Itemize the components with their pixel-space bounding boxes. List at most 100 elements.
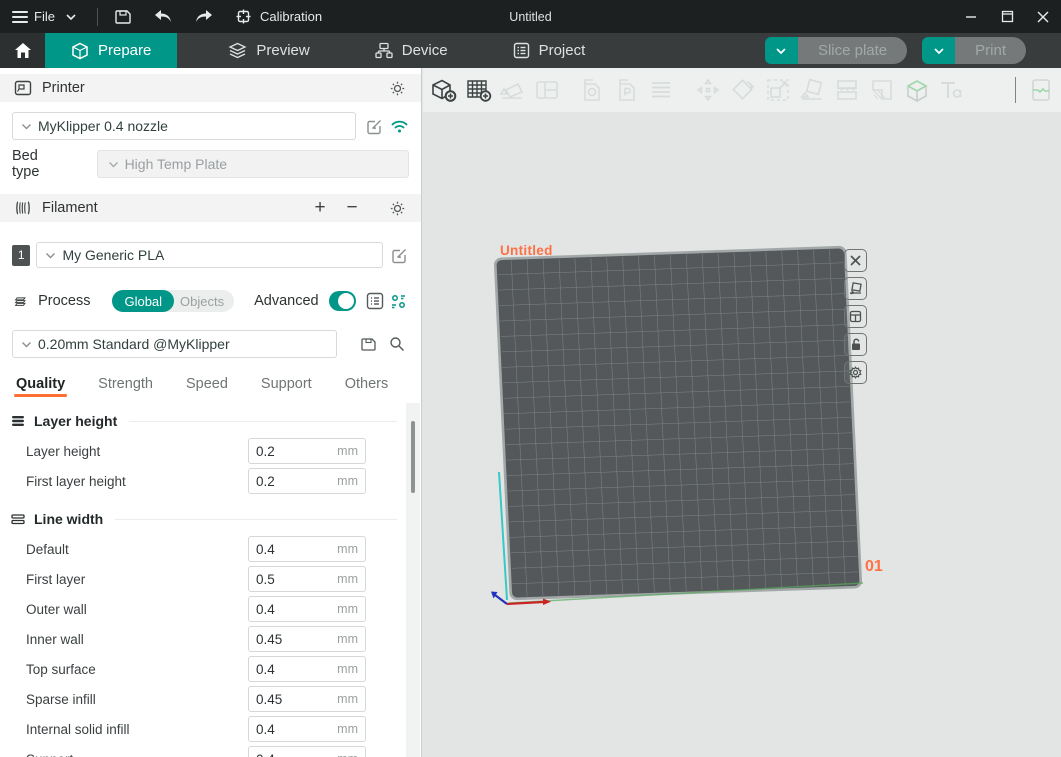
redo-icon[interactable]	[194, 7, 214, 27]
process-scope-toggle: Global Objects	[112, 290, 234, 312]
param-unit: mm	[337, 692, 358, 706]
undo-icon[interactable]	[154, 7, 174, 27]
print-button[interactable]: Print	[955, 37, 1026, 64]
tab-others[interactable]: Others	[345, 369, 389, 398]
param-input[interactable]: 0.45mm	[248, 686, 366, 712]
build-plate[interactable]	[423, 112, 1061, 757]
printer-connection-wifi-icon[interactable]	[390, 116, 409, 136]
plate-number-label: 01	[865, 558, 883, 576]
chevron-down-icon	[933, 47, 945, 55]
param-input[interactable]: 0.4mm	[248, 716, 366, 742]
param-unit: mm	[337, 444, 358, 458]
slice-dropdown-button[interactable]	[765, 37, 798, 64]
text-tool-button[interactable]	[937, 73, 967, 107]
file-menu[interactable]: File	[12, 7, 81, 27]
filament-preset-select[interactable]: My Generic PLA	[36, 242, 382, 268]
assembly-list-button[interactable]	[647, 73, 677, 107]
param-value: 0.4	[256, 662, 337, 677]
scope-objects-button[interactable]: Objects	[174, 294, 234, 309]
split-to-objects-button[interactable]	[532, 73, 562, 107]
tab-support[interactable]: Support	[261, 369, 312, 398]
tab-device-label: Device	[402, 42, 448, 59]
tab-device[interactable]: Device	[349, 33, 474, 68]
maximize-button[interactable]	[989, 0, 1025, 33]
printer-preset-row: MyKlipper 0.4 nozzle	[0, 112, 421, 140]
param-label: Internal solid infill	[26, 722, 130, 737]
assembly-view-button[interactable]	[1026, 73, 1056, 107]
calibration-button[interactable]: Calibration	[234, 7, 322, 27]
advanced-label: Advanced	[254, 293, 319, 309]
process-tab-bar: Quality Strength Speed Support Others	[0, 369, 407, 398]
param-input[interactable]: 0.4mm	[248, 746, 366, 757]
project-icon	[513, 42, 530, 59]
compare-presets-icon[interactable]	[390, 291, 407, 311]
filament-settings-gear-icon[interactable]	[387, 198, 407, 218]
plate-layout-button[interactable]	[844, 305, 867, 328]
move-tool-button[interactable]	[693, 73, 723, 107]
edit-printer-icon[interactable]	[364, 116, 383, 136]
save-icon[interactable]	[114, 7, 134, 27]
plate-settings-button[interactable]	[844, 361, 867, 384]
build-scene[interactable]: Untitled 01	[423, 112, 1061, 757]
param-input[interactable]: 0.4mm	[248, 596, 366, 622]
process-preset-select[interactable]: 0.20mm Standard @MyKlipper	[12, 330, 337, 358]
param-unit: mm	[337, 632, 358, 646]
add-plate-button[interactable]	[463, 73, 493, 107]
calibration-label: Calibration	[260, 9, 322, 24]
paste-button[interactable]	[612, 73, 642, 107]
tab-speed[interactable]: Speed	[186, 369, 228, 398]
param-input[interactable]: 0.4mm	[248, 656, 366, 682]
parameters-panel: Layer height Layer height 0.2mm First la…	[0, 400, 407, 757]
param-input[interactable]: 0.5mm	[248, 566, 366, 592]
app-window: File Calibration Untitled	[0, 0, 1061, 757]
tab-strength[interactable]: Strength	[98, 369, 153, 398]
print-dropdown-button[interactable]	[922, 37, 955, 64]
param-input[interactable]: 0.2mm	[248, 468, 366, 494]
remove-filament-button[interactable]: −	[341, 197, 363, 219]
param-unit: mm	[337, 662, 358, 676]
home-button[interactable]	[0, 33, 45, 68]
tab-prepare[interactable]: Prepare	[45, 33, 177, 68]
plate-name-label[interactable]: Untitled	[500, 243, 553, 258]
sidebar-scrollbar[interactable]	[406, 403, 420, 757]
tab-quality[interactable]: Quality	[16, 369, 65, 398]
lock-plate-button[interactable]	[844, 333, 867, 356]
cut-tool-button[interactable]	[832, 73, 862, 107]
search-preset-icon[interactable]	[387, 334, 407, 354]
param-input[interactable]: 0.2mm	[248, 438, 366, 464]
lay-on-face-button[interactable]	[798, 73, 828, 107]
save-preset-icon[interactable]	[359, 334, 379, 354]
add-filament-button[interactable]: +	[309, 197, 331, 219]
param-value: 0.5	[256, 572, 337, 587]
filament-slot-badge[interactable]: 1	[12, 245, 30, 266]
chevron-down-icon	[61, 7, 81, 27]
auto-orient-button[interactable]	[498, 73, 528, 107]
bed-type-select[interactable]: High Temp Plate	[97, 150, 409, 178]
copy-button[interactable]	[577, 73, 607, 107]
printer-icon	[14, 80, 32, 96]
add-object-button[interactable]	[428, 73, 458, 107]
tab-preview[interactable]: Preview	[202, 33, 335, 68]
parameter-list-icon[interactable]	[366, 291, 384, 311]
advanced-toggle[interactable]	[329, 291, 356, 311]
minimize-button[interactable]	[953, 0, 989, 33]
mesh-boolean-button[interactable]	[902, 73, 932, 107]
printer-settings-gear-icon[interactable]	[387, 78, 407, 98]
tab-project[interactable]: Project	[487, 33, 612, 68]
param-value: 0.4	[256, 722, 337, 737]
scale-tool-button[interactable]	[763, 73, 793, 107]
arrange-plate-button[interactable]	[844, 277, 867, 300]
edit-filament-icon[interactable]	[390, 245, 409, 265]
slice-plate-button[interactable]: Slice plate	[798, 37, 907, 64]
scope-global-button[interactable]: Global	[112, 290, 174, 312]
main-nav-bar: Prepare Preview Device Project Slice pla…	[0, 33, 1061, 68]
printer-preset-select[interactable]: MyKlipper 0.4 nozzle	[12, 112, 356, 140]
param-input[interactable]: 0.45mm	[248, 626, 366, 652]
scrollbar-thumb[interactable]	[411, 421, 415, 493]
filament-header-label: Filament	[42, 200, 98, 216]
delete-plate-button[interactable]	[844, 249, 867, 272]
variable-layer-height-button[interactable]	[867, 73, 897, 107]
rotate-tool-button[interactable]	[728, 73, 758, 107]
close-button[interactable]	[1025, 0, 1061, 33]
param-input[interactable]: 0.4mm	[248, 536, 366, 562]
